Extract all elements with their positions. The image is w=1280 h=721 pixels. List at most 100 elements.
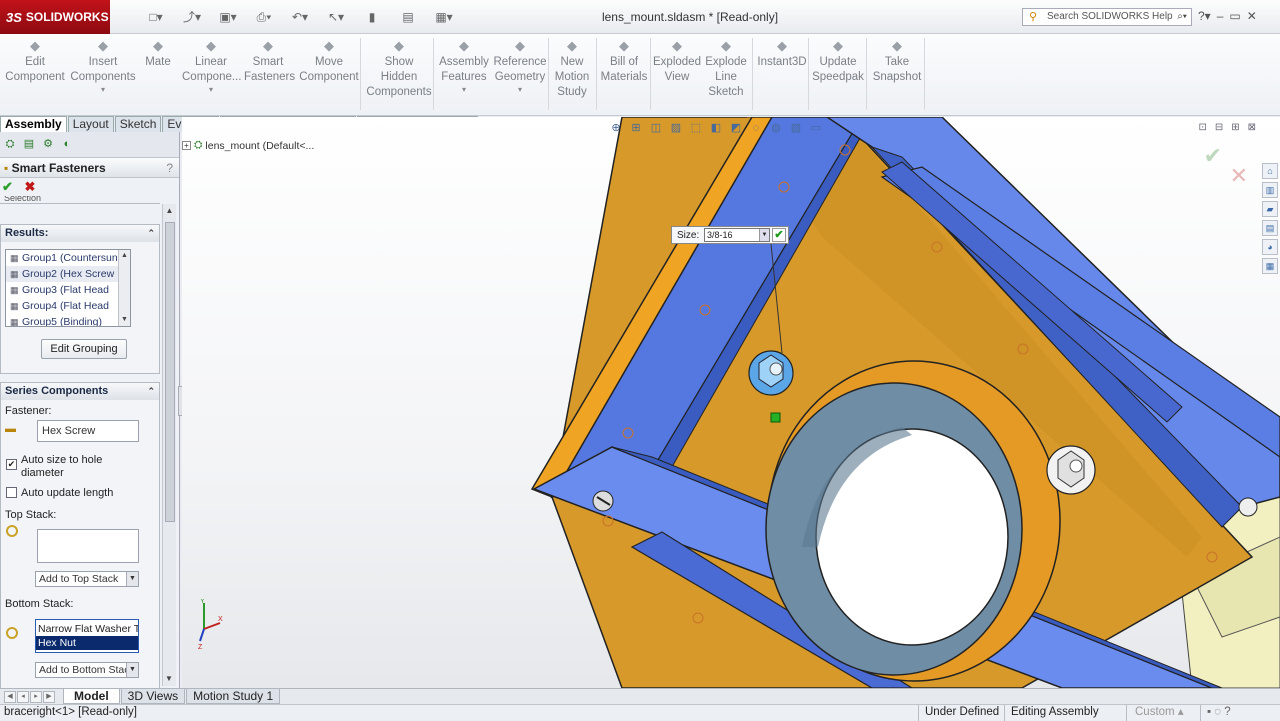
undo-icon[interactable]: ↶▾ <box>284 9 316 25</box>
bottom-stack-list[interactable]: Narrow Flat Washer Ty Hex Nut <box>35 619 139 653</box>
explode-line-sketch-button[interactable]: ◆ Explode Line Sketch <box>702 38 750 100</box>
units-selector[interactable]: Custom ▴ <box>1126 705 1196 721</box>
custom-properties-icon[interactable]: ▦ <box>1262 258 1278 274</box>
view-orientation-icon[interactable]: ◧ <box>708 121 724 135</box>
size-ok-icon[interactable]: ✔ <box>772 228 786 242</box>
edit-grouping-button[interactable]: Edit Grouping <box>41 339 127 359</box>
ok-icon[interactable]: ✔ <box>2 179 13 194</box>
mate-button[interactable]: ◆ Mate <box>140 38 176 70</box>
chevron-down-icon[interactable]: ▾ <box>182 85 240 95</box>
scroll-up-icon[interactable]: ▲ <box>163 204 176 218</box>
file-explorer-icon[interactable]: ▰ <box>1262 201 1278 217</box>
minimize-icon[interactable]: – <box>1217 9 1224 23</box>
confirm-corner-ok-icon[interactable]: ✔ <box>1204 143 1222 169</box>
search-dropdown-icon[interactable]: ⌕▾ <box>1177 9 1187 25</box>
take-snapshot-button[interactable]: ◆ Take Snapshot <box>868 38 926 85</box>
property-manager-tab-icon[interactable]: ▤ <box>21 136 37 152</box>
show-hidden-button[interactable]: ◆ Show Hidden Components <box>364 38 434 100</box>
options-icon[interactable]: ▦▾ <box>428 9 460 25</box>
top-stack-list[interactable] <box>37 529 139 563</box>
edit-component-button[interactable]: ◆ Edit Component <box>4 38 66 85</box>
expand-icon[interactable]: + <box>182 141 191 150</box>
appearances-icon[interactable]: ◕ <box>1262 239 1278 255</box>
section-view-icon[interactable]: ▨ <box>668 121 684 135</box>
vp-close-icon[interactable]: ⊠ <box>1248 122 1256 133</box>
first-tab-icon[interactable]: ◀ <box>4 690 16 703</box>
tile-icon[interactable]: ⊡ <box>1198 122 1206 133</box>
close-icon[interactable]: ✕ <box>1247 9 1257 23</box>
drag-handle[interactable] <box>770 412 781 423</box>
bill-of-materials-button[interactable]: ◆ Bill of Materials <box>600 38 648 85</box>
assembly-model[interactable] <box>182 117 1280 688</box>
bottom-stack-item[interactable]: Hex Nut <box>36 636 138 650</box>
design-library-icon[interactable]: ▥ <box>1262 182 1278 198</box>
auto-update-checkbox[interactable] <box>6 487 17 498</box>
restore-icon[interactable]: ▭ <box>1229 9 1240 23</box>
next-tab-icon[interactable]: ▸ <box>30 690 42 703</box>
panel-scrollbar[interactable]: ▲ ▼ <box>162 204 176 686</box>
display-style-icon[interactable]: ◩ <box>728 121 744 135</box>
zoom-to-fit-icon[interactable]: ⊕ <box>608 121 624 135</box>
feature-tree-flyout[interactable]: + ⛭ lens_mount (Default<... <box>182 139 314 152</box>
confirm-corner-cancel-icon[interactable]: ✕ <box>1230 163 1248 189</box>
bottom-tab-motion-study-1[interactable]: Motion Study 1 <box>186 689 281 704</box>
print-icon[interactable]: ⎙▾ <box>248 9 280 25</box>
results-list-item[interactable]: ▦ Group3 (Flat Head <box>6 282 130 298</box>
appearance-icon[interactable]: ◍ <box>768 121 784 135</box>
zoom-area-icon[interactable]: ⊞ <box>628 121 644 135</box>
last-tab-icon[interactable]: ▶ <box>43 690 55 703</box>
series-components-header[interactable]: Series Components ⌃ <box>1 383 159 400</box>
tab-assembly[interactable]: Assembly <box>0 116 67 132</box>
cancel-icon[interactable]: ✖ <box>25 179 36 194</box>
prev-tab-icon[interactable]: ◂ <box>17 690 29 703</box>
smart-fasteners-button[interactable]: ◆ Smart Fasteners <box>244 38 295 85</box>
save-icon[interactable]: ▣▾ <box>212 9 244 25</box>
chevron-down-icon[interactable]: ▾ <box>68 85 138 95</box>
insert-components-button[interactable]: ◆ Insert Components ▾ <box>68 38 138 95</box>
rebuild-icon[interactable]: ▮ <box>356 9 388 25</box>
new-motion-study-button[interactable]: ◆ New Motion Study <box>550 38 594 100</box>
results-list-item[interactable]: ▦ Group4 (Flat Head <box>6 298 130 314</box>
display-manager-tab-icon[interactable]: ◐ <box>59 136 75 152</box>
results-scrollbar[interactable]: ▲ ▼ <box>118 250 130 326</box>
assembly-features-button[interactable]: ◆ Assembly Features ▾ <box>438 38 490 95</box>
selection-group-header[interactable]: Selection <box>0 196 160 204</box>
bottom-stack-item[interactable]: Narrow Flat Washer Ty <box>36 622 138 636</box>
update-speedpak-button[interactable]: ◆ Update Speedpak <box>812 38 864 85</box>
size-select[interactable]: 3/8-16 ▼ <box>704 228 770 242</box>
select-icon[interactable]: ↖▾ <box>320 9 352 25</box>
help-button[interactable]: ? <box>166 158 173 178</box>
vp-minimize-icon[interactable]: ⊟ <box>1215 122 1223 133</box>
collapse-icon[interactable]: ⌃ <box>147 225 155 241</box>
results-list[interactable]: ▦ Group1 (Countersunk ▦ Group2 (Hex Screw ▦ G… <box>5 249 131 327</box>
results-list-item[interactable]: ▦ Group5 (Binding) <box>6 314 130 326</box>
results-header[interactable]: Results: ⌃ <box>1 225 159 242</box>
open-icon[interactable]: ⤴▾ <box>176 9 208 25</box>
chevron-down-icon[interactable]: ▾ <box>492 85 548 95</box>
configuration-manager-tab-icon[interactable]: ⚙ <box>40 136 56 152</box>
bottom-tab-3d-views[interactable]: 3D Views <box>120 689 186 704</box>
list-up-icon[interactable]: ▲ <box>119 250 130 262</box>
list-down-icon[interactable]: ▼ <box>119 314 130 326</box>
collapse-series-icon[interactable]: ⌃ <box>147 383 155 399</box>
bottom-tab-model[interactable]: Model <box>63 689 120 704</box>
instant3d-button[interactable]: ◆ Instant3D <box>754 38 810 70</box>
tab-sketch[interactable]: Sketch <box>114 116 162 132</box>
dynamic-annotation-icon[interactable]: ⬚ <box>688 121 704 135</box>
previous-view-icon[interactable]: ◫ <box>648 121 664 135</box>
new-document-icon[interactable]: □▾ <box>140 9 172 25</box>
file-properties-icon[interactable]: ▤ <box>392 9 424 25</box>
scene-icon[interactable]: ▧ <box>788 121 804 135</box>
add-to-top-stack-select[interactable]: Add to Top Stack ▼ <box>35 571 139 587</box>
hide-show-icon[interactable]: ◌ <box>748 121 764 135</box>
move-component-button[interactable]: ◆ Move Component <box>296 38 362 85</box>
add-to-bottom-stack-select[interactable]: Add to Bottom Stack ▼ <box>35 662 139 678</box>
feature-manager-tab-icon[interactable]: ⛭ <box>2 136 18 152</box>
tab-layout[interactable]: Layout <box>67 116 114 132</box>
view-palette-icon[interactable]: ▤ <box>1262 220 1278 236</box>
linear-component-button[interactable]: ◆ Linear Compone... ▾ <box>182 38 241 95</box>
chevron-down-icon[interactable]: ▾ <box>438 85 490 95</box>
scroll-down-icon[interactable]: ▼ <box>163 672 175 686</box>
reference-geometry-button[interactable]: ◆ Reference Geometry ▾ <box>492 38 548 95</box>
results-list-item[interactable]: ▦ Group2 (Hex Screw <box>6 266 130 282</box>
